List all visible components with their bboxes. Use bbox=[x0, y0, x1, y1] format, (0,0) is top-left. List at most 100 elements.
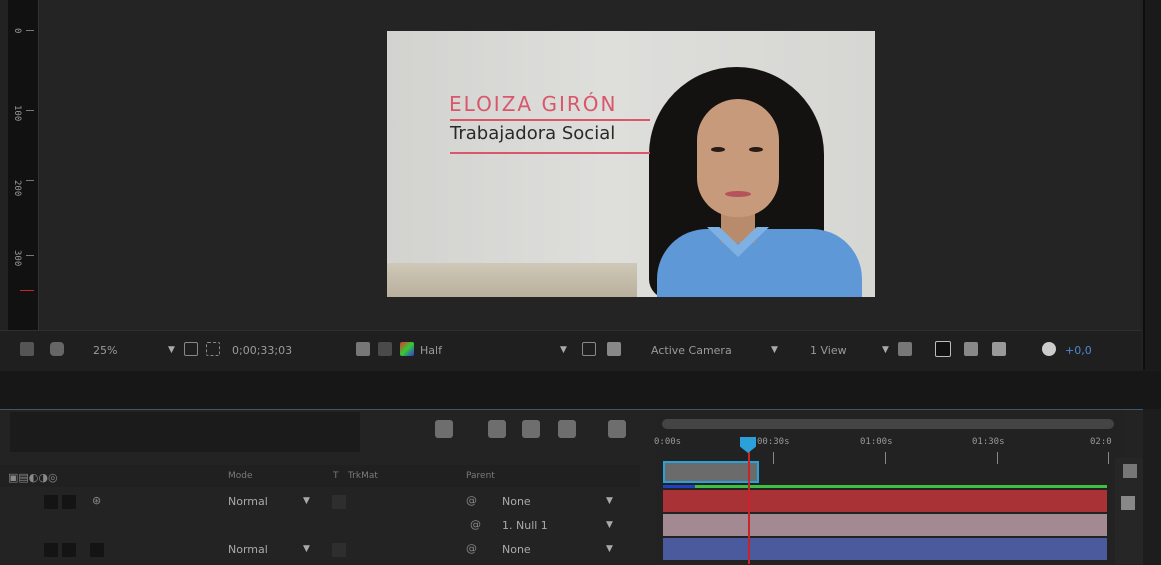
blend-mode-select[interactable]: Normal bbox=[228, 543, 268, 556]
grid-icon[interactable] bbox=[206, 342, 220, 356]
couch bbox=[387, 263, 637, 297]
t-column-header[interactable]: T bbox=[333, 471, 339, 481]
parent-select[interactable]: None bbox=[502, 543, 531, 556]
frame-blending-icon[interactable] bbox=[522, 420, 540, 438]
parent-select[interactable]: None bbox=[502, 495, 531, 508]
pickwhip-icon[interactable]: @ bbox=[466, 542, 477, 555]
ruler-label: 100 bbox=[12, 105, 22, 122]
vertical-ruler: 0 100 200 300 bbox=[8, 0, 39, 330]
always-preview-icon[interactable] bbox=[20, 342, 34, 356]
ruler-label: 200 bbox=[12, 180, 22, 197]
lower-third-rule bbox=[450, 152, 650, 154]
person-shirt bbox=[657, 229, 862, 297]
pixel-aspect-icon[interactable] bbox=[898, 342, 912, 356]
layer-button-icon[interactable] bbox=[1121, 496, 1135, 510]
current-time-display[interactable]: 0;00;33;03 bbox=[232, 344, 292, 357]
time-tick bbox=[997, 452, 998, 464]
viewer-toolbar: 25% ▼ 0;00;33;03 Half ▼ Active Camera ▼ … bbox=[0, 330, 1141, 372]
layer-row[interactable]: ⊛ Normal ▼ @ None ▼ bbox=[0, 490, 640, 514]
render-cache-bar bbox=[663, 485, 695, 488]
show-snapshot-icon[interactable] bbox=[378, 342, 392, 356]
blend-mode-select[interactable]: Normal bbox=[228, 495, 268, 508]
hide-shy-layers-icon[interactable] bbox=[488, 420, 506, 438]
time-ruler-label: 00:30s bbox=[757, 437, 790, 447]
mode-column-header[interactable]: Mode bbox=[228, 471, 253, 481]
time-tick bbox=[885, 452, 886, 464]
camera-snapshot-icon[interactable] bbox=[356, 342, 370, 356]
layer-switch[interactable] bbox=[44, 543, 58, 557]
lower-third-name: ELOIZA GIRÓN bbox=[449, 92, 618, 116]
safe-margins-icon[interactable] bbox=[184, 342, 198, 356]
chevron-down-icon[interactable]: ▼ bbox=[771, 345, 778, 355]
layer-switch[interactable] bbox=[62, 495, 76, 509]
chevron-down-icon[interactable]: ▼ bbox=[606, 520, 613, 530]
time-ruler-label: 01:30s bbox=[972, 437, 1005, 447]
layer-row[interactable]: Normal ▼ @ None ▼ bbox=[0, 538, 640, 562]
switches-icons: ▣▤◐◑◎ bbox=[8, 471, 58, 484]
layer-duration-bar[interactable] bbox=[663, 538, 1107, 560]
trkmat-column-header[interactable]: TrkMat bbox=[348, 471, 378, 481]
motion-blur-icon[interactable] bbox=[558, 420, 576, 438]
layer-duration-bar[interactable] bbox=[663, 490, 1107, 512]
layer-duration-bar[interactable] bbox=[663, 514, 1107, 536]
chevron-down-icon[interactable]: ▼ bbox=[882, 345, 889, 355]
chevron-down-icon[interactable]: ▼ bbox=[303, 496, 310, 506]
layer-column-header: ▣▤◐◑◎ Mode T TrkMat Parent bbox=[0, 465, 640, 487]
track-matte-box[interactable] bbox=[332, 495, 346, 509]
lower-third-rule bbox=[450, 119, 650, 121]
view-layout-dropdown[interactable]: 1 View bbox=[810, 344, 847, 357]
playhead-line[interactable] bbox=[748, 437, 750, 564]
fast-previews-icon[interactable] bbox=[935, 341, 951, 357]
chevron-down-icon[interactable]: ▼ bbox=[606, 544, 613, 554]
timeline-search-area[interactable] bbox=[10, 412, 360, 452]
reset-exposure-icon[interactable] bbox=[1042, 342, 1056, 356]
flowchart-icon[interactable] bbox=[992, 342, 1006, 356]
layer-switch[interactable] bbox=[44, 495, 58, 509]
composition-frame[interactable]: ELOIZA GIRÓN Trabajadora Social bbox=[387, 31, 875, 297]
pickwhip-icon[interactable]: @ bbox=[470, 518, 481, 531]
pickwhip-icon[interactable]: @ bbox=[466, 494, 477, 507]
chevron-down-icon[interactable]: ▼ bbox=[560, 345, 567, 355]
parent-column-header[interactable]: Parent bbox=[466, 471, 495, 481]
person-face bbox=[697, 99, 779, 217]
chevron-down-icon[interactable]: ▼ bbox=[303, 544, 310, 554]
chevron-down-icon[interactable]: ▼ bbox=[168, 345, 175, 355]
layer-switch[interactable] bbox=[90, 543, 104, 557]
time-ruler-label: 02:0 bbox=[1090, 437, 1112, 447]
zoom-dropdown[interactable]: 25% bbox=[93, 344, 117, 357]
exposure-value[interactable]: +0,0 bbox=[1065, 344, 1092, 357]
person-mouth bbox=[725, 191, 751, 197]
track-matte-box[interactable] bbox=[332, 543, 346, 557]
ruler-label: 0 bbox=[12, 28, 22, 34]
comp-mini-flowchart-icon[interactable] bbox=[382, 420, 400, 438]
adjustment-icon[interactable]: ⊛ bbox=[92, 494, 101, 507]
panel-separator bbox=[0, 371, 1161, 409]
camera-dropdown[interactable]: Active Camera bbox=[651, 344, 732, 357]
lower-third-subtitle: Trabajadora Social bbox=[450, 123, 616, 144]
person-eye bbox=[749, 147, 763, 152]
person-eye bbox=[711, 147, 725, 152]
timeline-icon[interactable] bbox=[964, 342, 978, 356]
time-navigator[interactable] bbox=[662, 419, 1114, 429]
ruler-label: 300 bbox=[12, 250, 22, 267]
parent-select[interactable]: 1. Null 1 bbox=[502, 519, 548, 532]
graph-editor-icon[interactable] bbox=[608, 420, 626, 438]
time-ruler-label: 0:00s bbox=[654, 437, 682, 447]
mask-visibility-icon[interactable] bbox=[50, 342, 64, 356]
time-ruler-label: 01:00s bbox=[860, 437, 893, 447]
region-of-interest-icon[interactable] bbox=[582, 342, 596, 356]
work-area-bar[interactable] bbox=[663, 461, 759, 483]
time-tick bbox=[773, 452, 774, 464]
transparency-grid-icon[interactable] bbox=[607, 342, 621, 356]
time-tick bbox=[1108, 452, 1109, 464]
layer-switch[interactable] bbox=[62, 543, 76, 557]
render-cache-bar bbox=[695, 485, 1107, 488]
chevron-down-icon[interactable]: ▼ bbox=[606, 496, 613, 506]
comp-button-icon[interactable] bbox=[1123, 464, 1137, 478]
layer-row[interactable]: @ 1. Null 1 ▼ bbox=[0, 514, 640, 538]
timeline-scroll-edge[interactable] bbox=[1115, 458, 1143, 564]
draft-3d-icon[interactable] bbox=[435, 420, 453, 438]
color-channels-icon[interactable] bbox=[400, 342, 414, 356]
side-panel-edge[interactable] bbox=[1143, 0, 1161, 370]
resolution-dropdown[interactable]: Half bbox=[420, 344, 442, 357]
